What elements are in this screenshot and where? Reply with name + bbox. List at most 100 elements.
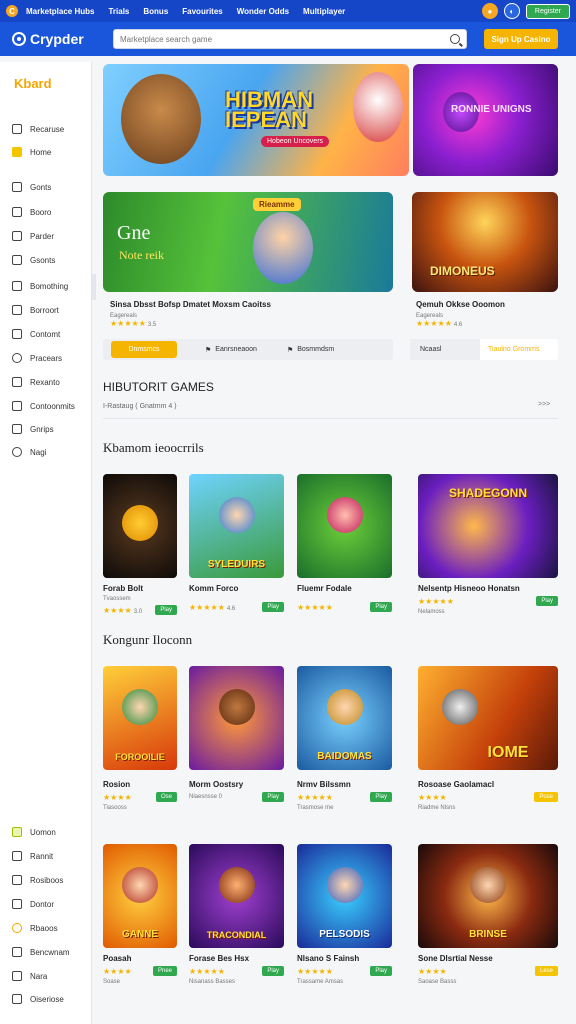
sidebar-item-home[interactable]: Home: [12, 147, 51, 157]
play-button[interactable]: Play: [155, 605, 177, 615]
sidebar-item-rosiboos[interactable]: Rosiboos: [12, 875, 63, 885]
game-tile-4[interactable]: SHADEGONN: [418, 474, 558, 578]
sidebar-item-dontor[interactable]: Dontor: [12, 899, 54, 909]
featured-right-action-1[interactable]: Ncaasl: [410, 339, 480, 360]
featured-action-3[interactable]: ⚑ Bosmmdsm: [287, 346, 334, 354]
sidebar-item-recaruse[interactable]: Recaruse: [12, 124, 64, 134]
top-link-bonus[interactable]: Bonus: [143, 7, 168, 16]
top-link-multiplayer[interactable]: Multiplayer: [303, 7, 345, 16]
tile-character: [326, 496, 363, 533]
sidebar-item-label: Gnrips: [30, 424, 54, 434]
brand-logo[interactable]: Crypder: [12, 31, 112, 47]
chat-icon: [12, 971, 22, 981]
sidebar-item-nagi[interactable]: Nagi: [12, 447, 46, 457]
sidebar-item-contoonmits[interactable]: Contoonmits: [12, 401, 75, 411]
hero-banner-main[interactable]: HIBMAN IEPEAN Hobeon Uncovers: [103, 64, 409, 176]
sidebar-item-rbaoos[interactable]: Rbaoos: [12, 923, 58, 933]
brand-name: Crypder: [30, 31, 84, 47]
history-breadcrumb[interactable]: I-Rastaug ( Gnatmm 4 ): [103, 403, 177, 410]
doc-icon: [12, 377, 22, 387]
search-input[interactable]: [120, 34, 450, 44]
sidebar-item-gsonts[interactable]: Gsonts: [12, 255, 55, 265]
sidebar-item-label: Contomt: [30, 329, 61, 339]
game-tile-6[interactable]: [189, 666, 284, 770]
recent-title: Kbamom ieoocrrils: [103, 440, 204, 455]
top-link-favourites[interactable]: Favourites: [182, 7, 222, 16]
play-button[interactable]: Play: [536, 596, 558, 606]
sidebar-item-gnrips[interactable]: Gnrips: [12, 424, 54, 434]
sidebar-item-booro[interactable]: Booro: [12, 207, 51, 217]
book-icon: [12, 207, 22, 217]
play-button[interactable]: Play: [370, 792, 392, 802]
play-button[interactable]: Pose: [534, 792, 558, 802]
tile-name: Nlsano S Fainsh: [297, 954, 360, 963]
featured-game-left[interactable]: Rieamme Gne Note reik: [103, 192, 393, 292]
tile-info-10: Forase Bes Hsx ★★★★★ Play Nisanass Basses: [189, 954, 284, 985]
featured-action-2[interactable]: ⚑ Eanrsneaoon: [205, 346, 257, 354]
profile-icon[interactable]: ◐: [503, 3, 520, 19]
play-button[interactable]: Play: [262, 792, 284, 802]
top-link-trials[interactable]: Trials: [108, 7, 129, 16]
sidebar-item-uomon[interactable]: Uomon: [12, 827, 56, 837]
game-tile-1[interactable]: [103, 474, 177, 578]
top-link-marketplace[interactable]: Marketplace Hubs: [26, 7, 94, 16]
sidebar-item-bomothing[interactable]: Bomothing: [12, 281, 68, 291]
top-right-actions: ● ◐ Register: [481, 3, 570, 19]
play-button[interactable]: Ose: [155, 792, 177, 802]
play-button[interactable]: Pnee: [152, 966, 177, 976]
tile-sub: Trassame Amsas: [297, 979, 344, 985]
tile-label: SYLEDUIRS: [207, 559, 266, 570]
sidebar-item-bencwnam[interactable]: Bencwnam: [12, 947, 70, 957]
game-tile-7[interactable]: BAIDOMAS: [297, 666, 392, 770]
game-tile-12[interactable]: BRINSE: [418, 844, 558, 948]
sidebar-scrollbar[interactable]: [91, 274, 96, 300]
hero-character-dog: [353, 72, 403, 142]
play-button[interactable]: Play: [370, 602, 392, 612]
sidebar-item-oiseriose[interactable]: Oiseriose: [12, 994, 64, 1004]
featured-right-title: DIMONEUS: [430, 264, 495, 278]
game-tile-10[interactable]: TRACONDIAL: [189, 844, 284, 948]
play-button[interactable]: Play: [262, 966, 284, 976]
microphone-icon: [442, 688, 478, 725]
featured-left-character: [253, 212, 313, 284]
tile-info-3: Fluemr Fodale ★★★★★ Play: [297, 584, 392, 612]
list-icon: [12, 305, 22, 315]
tile-name: Forab Bolt: [103, 584, 143, 593]
notification-icon[interactable]: ●: [481, 3, 498, 19]
signup-button[interactable]: Sign Up Casino: [484, 29, 558, 49]
featured-right-rating: ★★★★★ 4.6: [416, 319, 463, 328]
play-button[interactable]: Play: [370, 966, 392, 976]
featured-play-button[interactable]: Dnmsmcs: [111, 341, 177, 358]
sidebar-item-rannit[interactable]: Rannit: [12, 851, 53, 861]
sidebar-item-nara[interactable]: Nara: [12, 971, 47, 981]
search-icon[interactable]: [450, 34, 460, 44]
play-button[interactable]: Lese: [534, 966, 558, 976]
game-tile-5[interactable]: FOROOILIE: [103, 666, 177, 770]
sidebar-item-gonts[interactable]: Gonts: [12, 182, 51, 192]
globe-icon: [12, 447, 22, 457]
more-link[interactable]: >>>: [538, 401, 550, 408]
top-link-wonder[interactable]: Wonder Odds: [237, 7, 289, 16]
sidebar-item-borroort[interactable]: Borroort: [12, 305, 59, 315]
sidebar-item-parder[interactable]: Parder: [12, 231, 54, 241]
game-tile-11[interactable]: PELSODIS: [297, 844, 392, 948]
sidebar-item-rexanto[interactable]: Rexanto: [12, 377, 60, 387]
featured-right-action-2[interactable]: Tiaulno Gromms: [488, 346, 539, 353]
tile-label: BRINSE: [469, 929, 507, 940]
game-tile-9[interactable]: GANNE: [103, 844, 177, 948]
site-logo-icon[interactable]: C: [6, 5, 18, 17]
sidebar-item-label: Gsonts: [30, 255, 56, 265]
game-tile-8[interactable]: IOME: [418, 666, 558, 770]
hero-character-bear: [121, 74, 201, 164]
sidebar-item-label: Rosiboos: [30, 875, 64, 885]
tile-info-7: Nrmv Bilssmn ★★★★★ Play Trasmose me: [297, 780, 392, 811]
game-tile-3[interactable]: [297, 474, 392, 578]
hero-banner-side[interactable]: RONNIE UNIGNS: [413, 64, 558, 176]
rating-value: 4.6: [453, 322, 463, 328]
register-button[interactable]: Register: [525, 3, 570, 19]
sidebar-item-pracears[interactable]: Pracears: [12, 353, 62, 363]
featured-game-right[interactable]: DIMONEUS: [412, 192, 558, 292]
sidebar-item-contomt[interactable]: Contomt: [12, 329, 60, 339]
play-button[interactable]: Play: [262, 602, 284, 612]
game-tile-2[interactable]: SYLEDUIRS: [189, 474, 284, 578]
